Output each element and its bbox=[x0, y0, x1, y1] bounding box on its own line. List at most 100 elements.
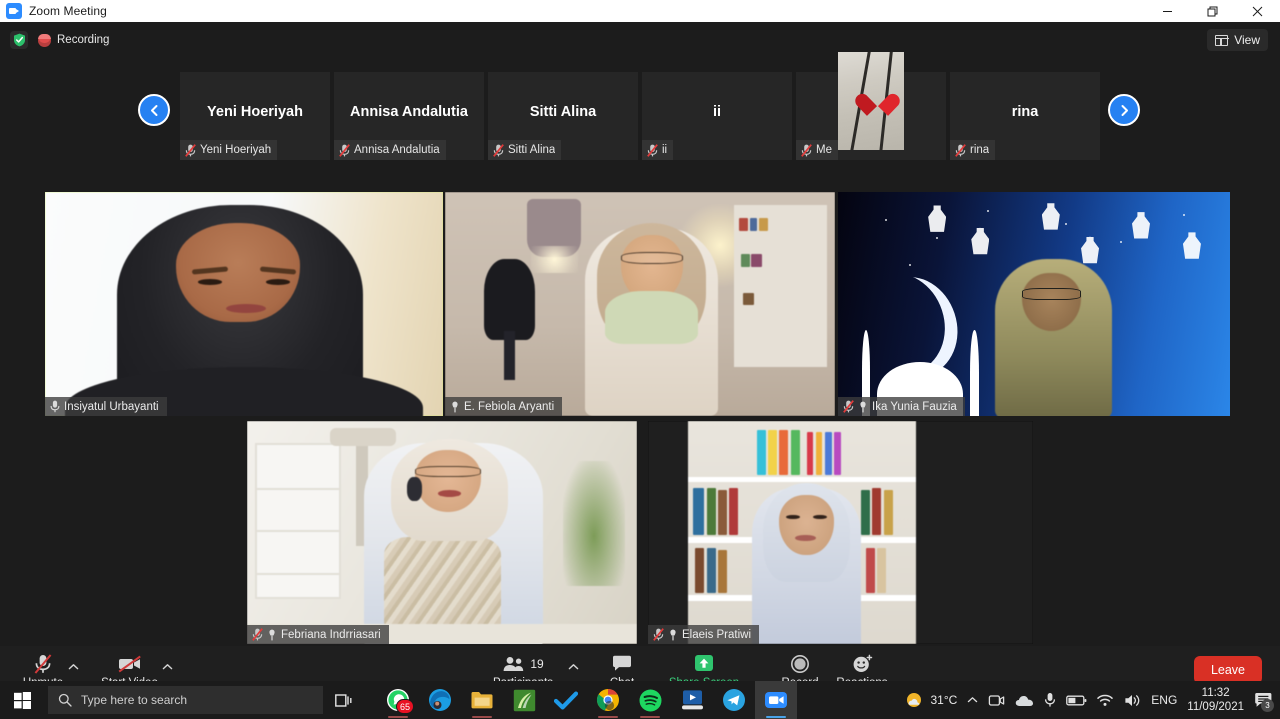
battery-icon[interactable] bbox=[1061, 681, 1092, 719]
mic-off-icon bbox=[647, 143, 658, 157]
video-tile[interactable]: Ika Yunia Fauzia bbox=[838, 192, 1230, 416]
participant-name: E. Febiola Aryanti bbox=[464, 400, 555, 413]
view-button[interactable]: View bbox=[1207, 29, 1268, 51]
thumbnail-tile[interactable]: ii ii bbox=[642, 72, 792, 160]
search-input[interactable]: Type here to search bbox=[48, 686, 323, 714]
participant-name: Ika Yunia Fauzia bbox=[872, 400, 957, 413]
thumbnail-tile[interactable]: Sitti Alina Sitti Alina bbox=[488, 72, 638, 160]
zoom-meeting-window: Recording View Yeni Hoeriyah Yeni Hoeriy… bbox=[0, 22, 1280, 697]
participant-name: Febriana Indrriasari bbox=[281, 628, 381, 641]
green-app-icon[interactable] bbox=[503, 681, 545, 719]
mic-off-icon bbox=[653, 628, 664, 641]
language-indicator[interactable]: ENG bbox=[1146, 681, 1182, 719]
search-placeholder: Type here to search bbox=[81, 693, 188, 707]
search-icon bbox=[58, 693, 72, 707]
participant-name: Elaeis Pratiwi bbox=[682, 628, 752, 641]
thumbnail-display-name: Annisa Andalutia bbox=[350, 104, 468, 120]
mic-off-icon bbox=[801, 143, 812, 157]
pin-icon bbox=[452, 401, 458, 412]
video-tile[interactable]: E. Febiola Aryanti bbox=[445, 192, 835, 416]
edge-icon[interactable] bbox=[419, 681, 461, 719]
mic-off-icon bbox=[955, 143, 966, 157]
participant-name-badge: Elaeis Pratiwi bbox=[648, 625, 760, 644]
window-title-bar: Zoom Meeting bbox=[0, 0, 1280, 22]
filmstrip-next-button[interactable] bbox=[1108, 94, 1140, 126]
mic-off-icon bbox=[252, 628, 263, 641]
participant-name-badge: E. Febiola Aryanti bbox=[445, 397, 563, 416]
audio-options-caret[interactable] bbox=[66, 660, 80, 674]
spotify-icon[interactable] bbox=[629, 681, 671, 719]
zoom-app-icon[interactable] bbox=[755, 681, 797, 719]
record-dot-icon bbox=[38, 33, 51, 47]
telegram-icon[interactable] bbox=[713, 681, 755, 719]
people-icon: 19 bbox=[502, 653, 544, 675]
video-tile[interactable]: Febriana Indrriasari bbox=[247, 421, 637, 644]
leave-label: Leave bbox=[1210, 663, 1245, 677]
record-circle-icon bbox=[790, 653, 810, 675]
video-tile[interactable]: Elaeis Pratiwi bbox=[648, 421, 1033, 644]
weather-widget[interactable]: 31°C bbox=[900, 681, 962, 719]
participants-count: 19 bbox=[530, 657, 544, 671]
windows-start-icon[interactable] bbox=[0, 681, 44, 719]
whatsapp-icon[interactable]: 65 bbox=[377, 681, 419, 719]
thumbnail-label: Annisa Andalutia bbox=[354, 144, 440, 156]
windows-taskbar: Type here to search 65 31°C ENG 11:32 11… bbox=[0, 681, 1280, 719]
participant-thumbnail-strip: Yeni Hoeriyah Yeni Hoeriyah Annisa Andal… bbox=[0, 52, 1280, 182]
thumbnail-name-badge: Yeni Hoeriyah bbox=[180, 140, 278, 160]
avatar bbox=[838, 52, 904, 150]
file-explorer-icon[interactable] bbox=[461, 681, 503, 719]
action-center-icon[interactable]: 3 bbox=[1249, 681, 1278, 719]
participant-name-badge: Ika Yunia Fauzia bbox=[838, 397, 965, 416]
clock-time: 11:32 bbox=[1201, 686, 1230, 699]
thumbnail-tile[interactable]: Annisa Andalutia Annisa Andalutia bbox=[334, 72, 484, 160]
grid-icon bbox=[1215, 34, 1230, 46]
mic-off-icon bbox=[32, 653, 54, 675]
video-feed bbox=[247, 421, 637, 644]
microphone-icon[interactable] bbox=[1039, 681, 1061, 719]
heart-image bbox=[852, 90, 903, 116]
leave-button[interactable]: Leave bbox=[1193, 656, 1262, 684]
checkmark-app-icon[interactable] bbox=[545, 681, 587, 719]
thumbnail-label: ii bbox=[662, 144, 668, 156]
mic-off-icon bbox=[185, 143, 196, 157]
wifi-icon[interactable] bbox=[1092, 681, 1119, 719]
video-options-caret[interactable] bbox=[160, 660, 174, 674]
participant-name-badge: Insiyatul Urbayanti bbox=[45, 397, 167, 416]
task-view-icon[interactable] bbox=[323, 681, 365, 719]
thumbnail-tile[interactable]: Yeni Hoeriyah Yeni Hoeriyah bbox=[180, 72, 330, 160]
maximize-button[interactable] bbox=[1190, 0, 1235, 22]
tray-overflow-button[interactable] bbox=[962, 681, 983, 719]
filmstrip-prev-button[interactable] bbox=[138, 94, 170, 126]
close-button[interactable] bbox=[1235, 0, 1280, 22]
media-app-icon[interactable] bbox=[671, 681, 713, 719]
video-tile[interactable]: Insiyatul Urbayanti bbox=[45, 192, 443, 416]
mic-on-icon bbox=[50, 400, 60, 413]
video-feed bbox=[648, 421, 1033, 644]
shield-check-icon[interactable] bbox=[10, 31, 28, 49]
participants-options-caret[interactable] bbox=[566, 660, 580, 674]
chrome-icon[interactable] bbox=[587, 681, 629, 719]
weather-temperature: 31°C bbox=[930, 693, 958, 707]
mic-off-icon bbox=[493, 143, 504, 157]
language-label: ENG bbox=[1151, 693, 1178, 707]
whatsapp-badge: 65 bbox=[395, 699, 414, 714]
onedrive-icon[interactable] bbox=[1010, 681, 1039, 719]
meet-now-icon[interactable] bbox=[983, 681, 1010, 719]
recording-indicator[interactable]: Recording bbox=[38, 31, 109, 49]
volume-icon[interactable] bbox=[1119, 681, 1146, 719]
thumbnail-label: rina bbox=[970, 144, 990, 156]
minimize-button[interactable] bbox=[1145, 0, 1190, 22]
meeting-top-bar: Recording View bbox=[0, 22, 1280, 58]
window-title: Zoom Meeting bbox=[29, 4, 107, 18]
clock-date: 11/09/2021 bbox=[1187, 701, 1244, 713]
thumbnail-name-badge: rina bbox=[950, 140, 996, 160]
thumbnail-label: Me bbox=[816, 144, 832, 156]
thumbnail-tile[interactable]: rina rina bbox=[950, 72, 1100, 160]
mic-off-icon bbox=[843, 400, 854, 413]
thumbnail-name-badge: Sitti Alina bbox=[488, 140, 562, 160]
recording-label: Recording bbox=[57, 34, 110, 46]
thumbnail-tile[interactable]: Me bbox=[796, 52, 946, 160]
clock[interactable]: 11:32 11/09/2021 bbox=[1182, 681, 1249, 719]
system-tray: 31°C ENG 11:32 11/09/2021 3 bbox=[900, 681, 1280, 719]
video-feed bbox=[838, 192, 1230, 416]
